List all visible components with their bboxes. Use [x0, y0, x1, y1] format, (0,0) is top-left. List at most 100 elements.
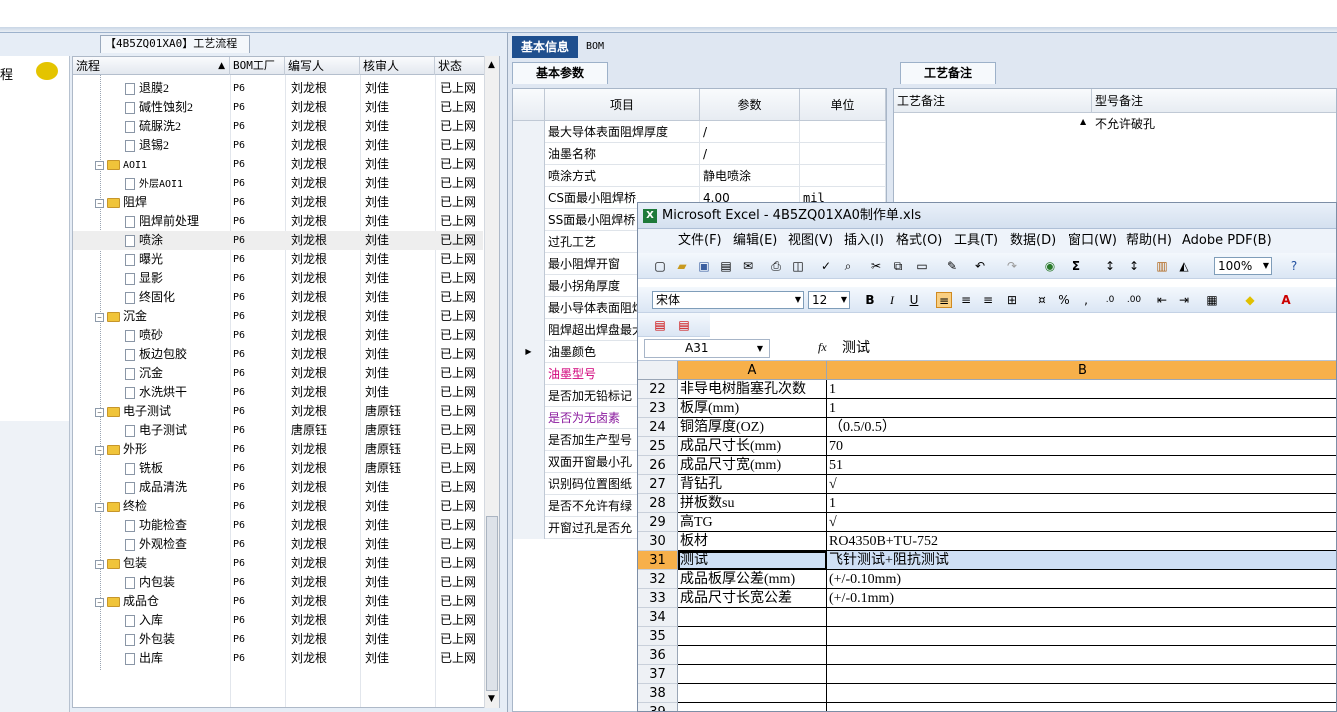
menu-item[interactable]: 插入(I) — [844, 229, 884, 253]
tree-node[interactable]: − 沉金 — [95, 307, 147, 326]
tree-node[interactable]: 沉金 — [125, 364, 163, 383]
undo-icon[interactable]: ↶ — [972, 258, 988, 274]
tree-row[interactable]: 外观检查 P6 刘龙根 刘佳 已上网 — [73, 535, 483, 554]
tree-row[interactable]: − AOI1 P6 刘龙根 刘佳 已上网 — [73, 155, 483, 174]
basic-params-tab[interactable]: 基本参数 — [512, 62, 608, 84]
row-selector[interactable] — [513, 363, 545, 385]
row-header[interactable]: 34 — [638, 608, 678, 627]
row-header[interactable]: 26 — [638, 456, 678, 475]
row-header[interactable]: 35 — [638, 627, 678, 646]
row-selector[interactable] — [513, 495, 545, 517]
col-header-writer[interactable]: 编写人 — [285, 57, 360, 75]
tree-node[interactable]: 内包装 — [125, 573, 175, 592]
spelling-icon[interactable]: ✓ — [818, 258, 834, 274]
row-selector[interactable] — [513, 517, 545, 539]
collapse-icon[interactable]: − — [95, 312, 104, 322]
tree-node[interactable]: 外包装 — [125, 630, 175, 649]
tree-row[interactable]: 碱性蚀刻2 P6 刘龙根 刘佳 已上网 — [73, 98, 483, 117]
scroll-down-icon[interactable]: ▼ — [488, 694, 495, 704]
decrease-decimal-icon[interactable]: .00 — [1126, 292, 1142, 308]
tree-row[interactable]: 退锡2 P6 刘龙根 刘佳 已上网 — [73, 136, 483, 155]
col-header-value[interactable]: 参数 — [700, 89, 800, 121]
bold-icon[interactable]: B — [862, 292, 878, 308]
cell-a[interactable]: 成品尺寸长宽公差 — [678, 589, 827, 608]
row-header[interactable]: 33 — [638, 589, 678, 608]
merge-center-icon[interactable]: ⊞ — [1004, 292, 1020, 308]
col-header-a[interactable]: A — [678, 361, 827, 380]
chat-bubble-icon[interactable] — [36, 62, 58, 80]
menu-item[interactable]: 视图(V) — [788, 229, 833, 253]
tree-row[interactable]: 阻焊前处理 P6 刘龙根 刘佳 已上网 — [73, 212, 483, 231]
formula-input[interactable]: 测试 — [842, 339, 870, 358]
format-painter-icon[interactable]: ✎ — [944, 258, 960, 274]
decrease-indent-icon[interactable]: ⇤ — [1154, 292, 1170, 308]
cell-a[interactable]: 高TG — [678, 513, 827, 532]
open-icon[interactable]: ▰ — [674, 258, 690, 274]
cell-b[interactable]: √ — [827, 475, 1336, 494]
row-selector[interactable] — [513, 121, 545, 143]
tree-node[interactable]: 板边包胶 — [125, 345, 187, 364]
cell-a[interactable]: 铜箔厚度(OZ) — [678, 418, 827, 437]
row-selector[interactable] — [513, 319, 545, 341]
tree-node[interactable]: 喷涂 — [125, 231, 163, 250]
copy-icon[interactable]: ⧉ — [890, 258, 906, 274]
drawing-icon[interactable]: ◭ — [1176, 258, 1192, 274]
collapse-icon[interactable]: − — [95, 160, 104, 170]
row-header[interactable]: 29 — [638, 513, 678, 532]
scroll-up-icon[interactable]: ▲ — [488, 60, 495, 70]
cell-b[interactable]: 51 — [827, 456, 1336, 475]
row-selector[interactable] — [513, 165, 545, 187]
align-right-icon[interactable]: ≡ — [980, 292, 996, 308]
menu-item[interactable]: 数据(D) — [1010, 229, 1056, 253]
tree-node[interactable]: 终固化 — [125, 288, 175, 307]
row-selector[interactable] — [513, 143, 545, 165]
row-header[interactable]: 31 — [638, 551, 678, 570]
borders-icon[interactable]: ▦ — [1204, 292, 1220, 308]
cell-a[interactable]: 成品尺寸长(mm) — [678, 437, 827, 456]
collapse-icon[interactable]: − — [95, 407, 104, 417]
function-icon[interactable]: fx — [818, 340, 827, 355]
row-header[interactable]: 25 — [638, 437, 678, 456]
col-header-b[interactable]: B — [827, 361, 1336, 380]
cell-b[interactable] — [827, 665, 1336, 684]
tree-row[interactable]: 硫脲洗2 P6 刘龙根 刘佳 已上网 — [73, 117, 483, 136]
scroll-up-icon[interactable]: ▲ — [1080, 117, 1086, 126]
row-header[interactable]: 36 — [638, 646, 678, 665]
cell-a[interactable]: 测试 — [678, 551, 827, 570]
row-selector[interactable] — [513, 231, 545, 253]
tree-node[interactable]: − 终检 — [95, 497, 147, 516]
redo-icon[interactable]: ↷ — [1004, 258, 1020, 274]
menu-item[interactable]: 帮助(H) — [1126, 229, 1172, 253]
row-header[interactable]: 28 — [638, 494, 678, 513]
pdf-convert-icon[interactable]: ▤ — [652, 317, 668, 333]
tree-row[interactable]: − 包装 P6 刘龙根 刘佳 已上网 — [73, 554, 483, 573]
select-all-corner[interactable] — [638, 361, 678, 380]
tree-row[interactable]: − 外形 P6 刘龙根 唐原钰 已上网 — [73, 440, 483, 459]
tree-row[interactable]: 终固化 P6 刘龙根 刘佳 已上网 — [73, 288, 483, 307]
tree-node[interactable]: 硫脲洗2 — [125, 117, 181, 136]
cell-a[interactable]: 成品尺寸宽(mm) — [678, 456, 827, 475]
cell-a[interactable]: 背钻孔 — [678, 475, 827, 494]
hyperlink-icon[interactable]: ◉ — [1042, 258, 1058, 274]
cell-a[interactable]: 成品板厚公差(mm) — [678, 570, 827, 589]
currency-icon[interactable]: ¤ — [1034, 292, 1050, 308]
tree-node[interactable]: 碱性蚀刻2 — [125, 98, 193, 117]
cell-a[interactable] — [678, 627, 827, 646]
cell-b[interactable]: 飞针测试+阻抗测试 — [827, 551, 1336, 570]
tree-row[interactable]: − 阻焊 P6 刘龙根 刘佳 已上网 — [73, 193, 483, 212]
model-remark-text[interactable]: 不允许破孔 — [1095, 115, 1155, 132]
cell-a[interactable] — [678, 684, 827, 703]
zoom-box[interactable]: 100% ▼ — [1214, 257, 1272, 275]
cell-b[interactable]: 70 — [827, 437, 1336, 456]
excel-title-bar[interactable]: Microsoft Excel - 4B5ZQ01XA0制作单.xls — [638, 203, 1336, 229]
tree-node[interactable]: 外观检查 — [125, 535, 187, 554]
tree-row[interactable]: 喷砂 P6 刘龙根 刘佳 已上网 — [73, 326, 483, 345]
tree-row[interactable]: 成品清洗 P6 刘龙根 刘佳 已上网 — [73, 478, 483, 497]
row-header[interactable]: 30 — [638, 532, 678, 551]
font-color-icon[interactable]: A — [1278, 292, 1294, 308]
row-header[interactable]: 27 — [638, 475, 678, 494]
cell-b[interactable]: （0.5/0.5） — [827, 418, 1336, 437]
cell-a[interactable] — [678, 608, 827, 627]
comma-icon[interactable]: , — [1078, 292, 1094, 308]
cell-b[interactable]: √ — [827, 513, 1336, 532]
